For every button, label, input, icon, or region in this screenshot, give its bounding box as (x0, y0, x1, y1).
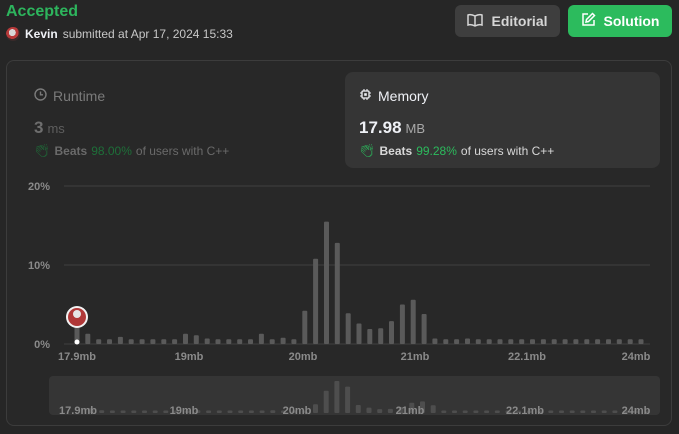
editorial-button[interactable]: Editorial (455, 5, 560, 37)
editorial-label: Editorial (491, 13, 548, 29)
memory-card[interactable]: Memory 17.98 MB 👏︎ Beats 99.28% of users … (345, 72, 660, 168)
solution-button[interactable]: Solution (568, 5, 672, 37)
user-avatar[interactable] (6, 27, 20, 41)
submission-status: Accepted (6, 3, 79, 20)
username[interactable]: Kevin (25, 27, 58, 41)
runtime-card[interactable]: Runtime 3 ms 👏︎ Beats 98.00% of users wit… (20, 72, 338, 168)
submission-info: Kevin submitted at Apr 17, 2024 15:33 (6, 27, 233, 41)
chip-icon (359, 88, 372, 104)
runtime-title: Runtime (34, 88, 105, 104)
clap-icon: 👏︎ (34, 143, 51, 158)
clap-icon: 👏︎ (359, 143, 376, 158)
book-icon (467, 13, 484, 30)
clock-icon (34, 88, 47, 104)
memory-beats: 👏︎ Beats 99.28% of users with C++ (359, 143, 555, 158)
memory-value: 17.98 MB (359, 118, 426, 137)
submission-time: submitted at Apr 17, 2024 15:33 (62, 27, 233, 41)
memory-title: Memory (359, 88, 429, 104)
solution-label: Solution (603, 13, 660, 29)
edit-icon (581, 12, 596, 30)
runtime-beats: 👏︎ Beats 98.00% of users with C++ (34, 143, 230, 158)
runtime-value: 3 ms (34, 118, 65, 137)
